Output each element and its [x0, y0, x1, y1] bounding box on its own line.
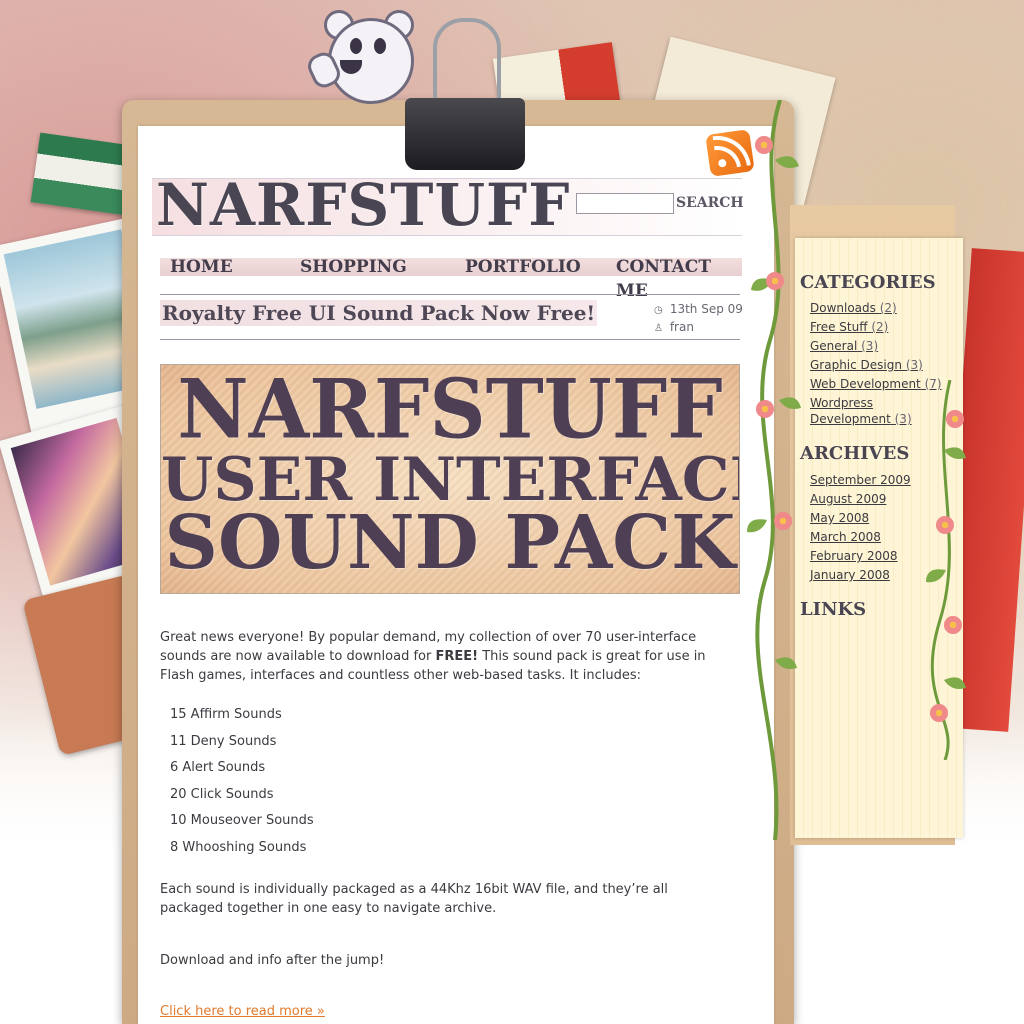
flower-icon — [944, 616, 962, 634]
category-link[interactable]: Wordpress Development (3) — [810, 395, 920, 427]
list-item: 10 Mouseover Sounds — [170, 813, 314, 828]
clock-icon: ◷ — [654, 305, 663, 316]
post-author: ♙ fran — [654, 319, 694, 337]
vine-right-decoration — [926, 380, 966, 760]
sound-pack-banner: NARFSTUFF USER INTERFACE SOUND PACK — [160, 364, 740, 594]
category-count: (3) — [861, 339, 879, 353]
post-rule-top — [160, 294, 740, 295]
category-link[interactable]: General (3) — [810, 338, 955, 354]
post-title[interactable]: Royalty Free UI Sound Pack Now Free! — [160, 300, 598, 326]
category-link[interactable]: Free Stuff (2) — [810, 319, 955, 335]
category-link[interactable]: Downloads (2) — [810, 300, 955, 316]
nav-contact-me[interactable]: CONTACT ME — [616, 255, 742, 303]
category-label[interactable]: Graphic Design — [810, 358, 902, 372]
user-icon: ♙ — [654, 323, 663, 334]
list-item: 20 Click Sounds — [170, 787, 274, 802]
list-item: 11 Deny Sounds — [170, 734, 277, 749]
category-count: (3) — [905, 358, 923, 372]
list-item: 8 Whooshing Sounds — [170, 840, 307, 855]
banner-line-3: SOUND PACK — [164, 500, 736, 586]
links-heading: LINKS — [800, 599, 867, 620]
flower-icon — [946, 410, 964, 428]
category-label[interactable]: General — [810, 339, 857, 353]
category-label[interactable]: Web Development — [810, 377, 921, 391]
category-label[interactable]: Free Stuff — [810, 320, 867, 334]
categories-heading: CATEGORIES — [800, 272, 936, 293]
flower-icon — [755, 136, 773, 154]
category-count: (2) — [871, 320, 889, 334]
post-paragraph-2: Each sound is individually packaged as a… — [160, 882, 668, 916]
intro-bold: FREE! — [435, 649, 479, 664]
post-author-text: fran — [669, 320, 694, 334]
category-count: (3) — [894, 412, 912, 426]
search-input[interactable] — [576, 193, 674, 214]
post-date-text: 13th Sep 09 — [669, 302, 743, 316]
banner-line-1: NARFSTUFF — [177, 364, 723, 458]
post-paragraph-3: Download and info after the jump! — [160, 953, 385, 968]
site-logo[interactable]: NARFSTUFF — [156, 170, 570, 240]
post-rule-bottom — [160, 339, 740, 340]
search-button[interactable]: SEARCH — [676, 193, 744, 213]
nav-home[interactable]: HOME — [170, 255, 233, 279]
category-label[interactable]: Wordpress Development — [810, 396, 891, 426]
category-label[interactable]: Downloads — [810, 301, 876, 315]
category-link[interactable]: Graphic Design (3) — [810, 357, 955, 373]
nav-shopping[interactable]: SHOPPING — [300, 255, 407, 279]
post-date: ◷ 13th Sep 09 — [654, 301, 743, 319]
category-count: (2) — [879, 301, 897, 315]
binder-clip-icon — [405, 18, 525, 170]
flower-icon — [774, 512, 792, 530]
post-intro: Great news everyone! By popular demand, … — [160, 628, 730, 685]
flower-icon — [766, 272, 784, 290]
bear-mascot-icon — [304, 8, 420, 113]
nav-portfolio[interactable]: PORTFOLIO — [465, 255, 581, 279]
list-item: 15 Affirm Sounds — [170, 707, 282, 722]
flower-icon — [756, 400, 774, 418]
list-item: 6 Alert Sounds — [170, 760, 266, 775]
flower-icon — [936, 516, 954, 534]
vine-left-decoration — [747, 100, 801, 840]
main-nav: HOME SHOPPING PORTFOLIO CONTACT ME — [160, 255, 742, 301]
archives-heading: ARCHIVES — [800, 443, 910, 464]
flower-icon — [930, 704, 948, 722]
read-more-link[interactable]: Click here to read more » — [160, 1003, 325, 1021]
